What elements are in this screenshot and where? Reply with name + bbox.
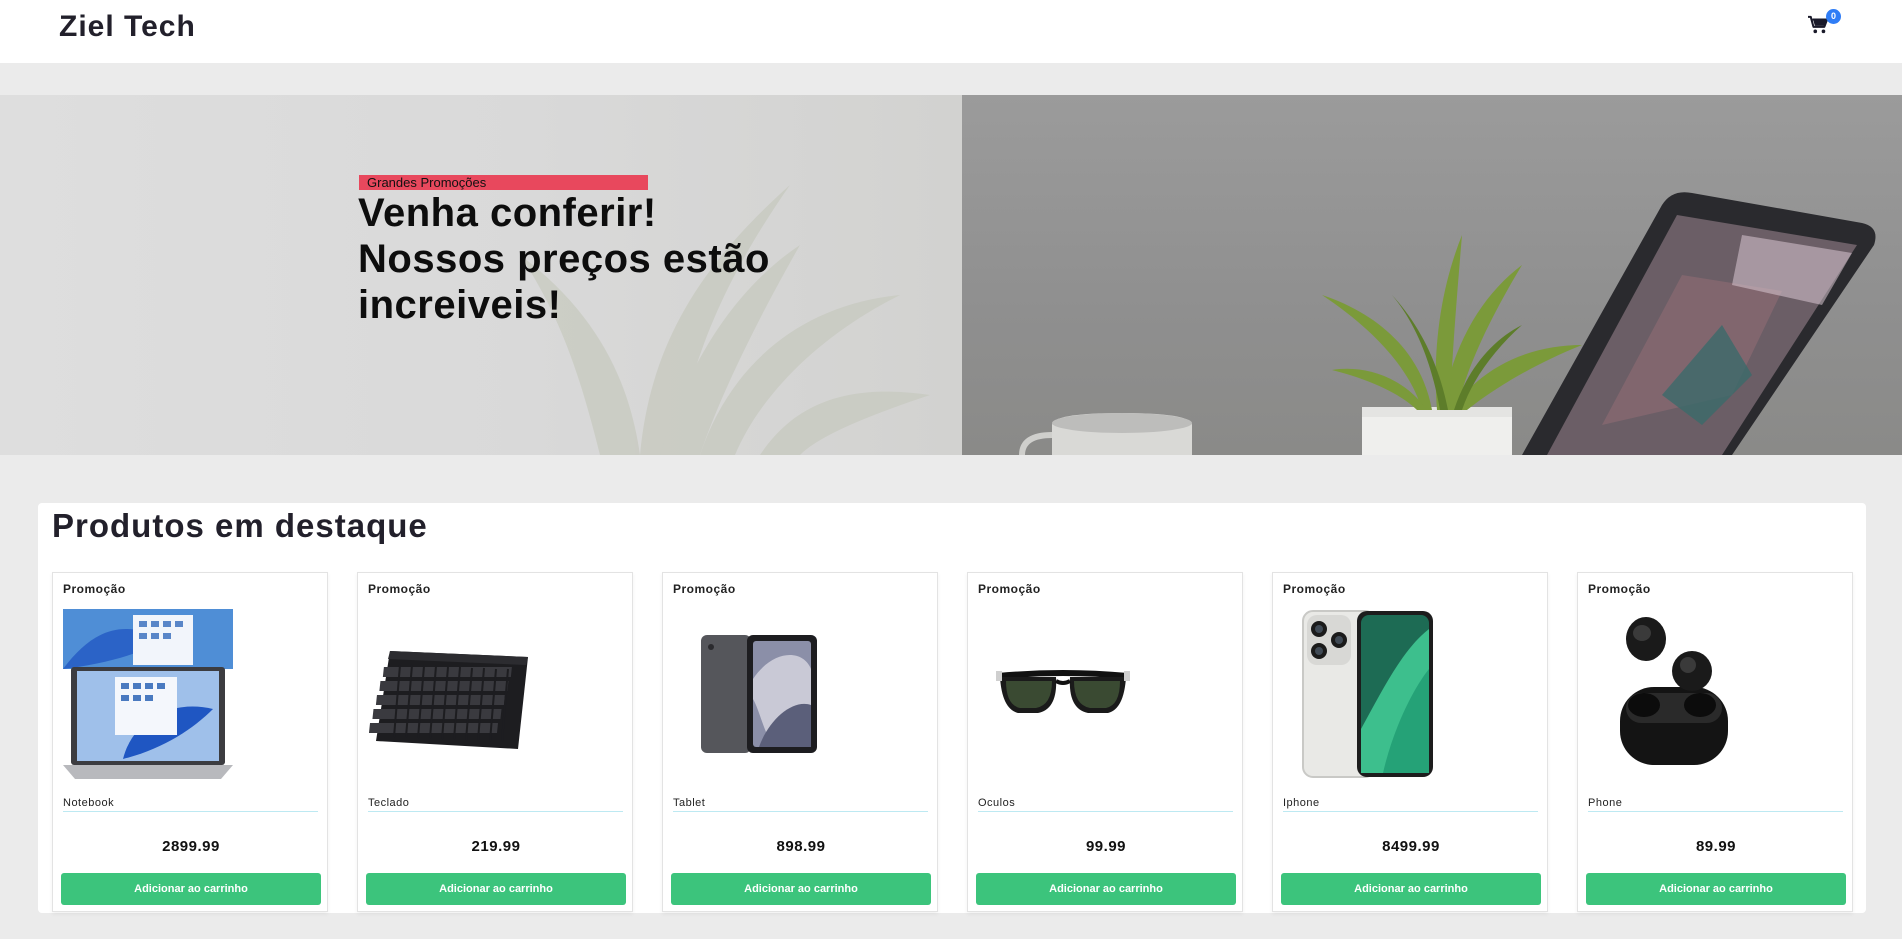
product-price: 219.99 (471, 838, 521, 855)
product-card-iphone[interactable]: Promoção Iphone 8499.99 Adicionar ao car… (1272, 572, 1548, 912)
product-card-notebook[interactable]: Promoção Notebook 2899.99 Adicionar ao c… (52, 572, 328, 912)
tablet-image (701, 635, 817, 753)
keyboard-image (368, 651, 528, 749)
iphone-image (1302, 610, 1433, 778)
product-name[interactable]: Oculos (978, 797, 1233, 812)
product-name[interactable]: Tablet (673, 797, 928, 812)
add-to-cart-button[interactable]: Adicionar ao carrinho (366, 873, 626, 905)
promo-badge: Promoção (673, 582, 736, 596)
promo-tag: Grandes Promoções (359, 175, 648, 190)
product-name[interactable]: Phone (1588, 797, 1843, 812)
add-to-cart-button[interactable]: Adicionar ao carrinho (1586, 873, 1846, 905)
product-price: 898.99 (776, 838, 826, 855)
promo-badge: Promoção (1283, 582, 1346, 596)
add-to-cart-button[interactable]: Adicionar ao carrinho (976, 873, 1236, 905)
promo-badge: Promoção (978, 582, 1041, 596)
desk-photo-illustration (1019, 192, 1876, 455)
add-to-cart-button[interactable]: Adicionar ao carrinho (61, 873, 321, 905)
product-card-tablet[interactable]: Promoção Tablet 898.99 Adicionar ao carr… (662, 572, 938, 912)
promo-badge: Promoção (368, 582, 431, 596)
notebook-image (63, 609, 233, 779)
product-card-teclado[interactable]: Promoção Teclado 219.99 Adicionar ao car… (357, 572, 633, 912)
product-price: 2899.99 (162, 838, 220, 855)
cart-count-badge: 0 (1826, 9, 1841, 24)
product-name[interactable]: Teclado (368, 797, 623, 812)
hero-banner: Grandes Promoções Venha conferir! Nossos… (0, 95, 1902, 455)
product-name[interactable]: Iphone (1283, 797, 1538, 812)
hero-right-image (962, 95, 1902, 455)
hero-headline: Venha conferir! Nossos preços estão incr… (358, 191, 770, 327)
section-title: Produtos em destaque (52, 507, 428, 544)
sunglasses-image (996, 670, 1130, 713)
product-card-phone[interactable]: Promoção Phone 89.99 Adicionar ao carrin… (1577, 572, 1853, 912)
product-price: 99.99 (1085, 838, 1127, 855)
product-price: 89.99 (1695, 838, 1737, 855)
promo-badge: Promoção (1588, 582, 1651, 596)
add-to-cart-button[interactable]: Adicionar ao carrinho (671, 873, 931, 905)
promo-badge: Promoção (63, 582, 126, 596)
product-name[interactable]: Notebook (63, 797, 318, 812)
site-logo[interactable]: Ziel Tech (59, 10, 196, 44)
earbuds-image (1620, 617, 1728, 765)
featured-products-section: Produtos em destaque Promoção Notebook 2… (38, 503, 1866, 913)
top-navbar: Ziel Tech 0 (0, 0, 1902, 63)
add-to-cart-button[interactable]: Adicionar ao carrinho (1281, 873, 1541, 905)
product-card-oculos[interactable]: Promoção Oculos 99.99 Adicionar ao carri… (967, 572, 1243, 912)
product-price: 8499.99 (1382, 838, 1440, 855)
